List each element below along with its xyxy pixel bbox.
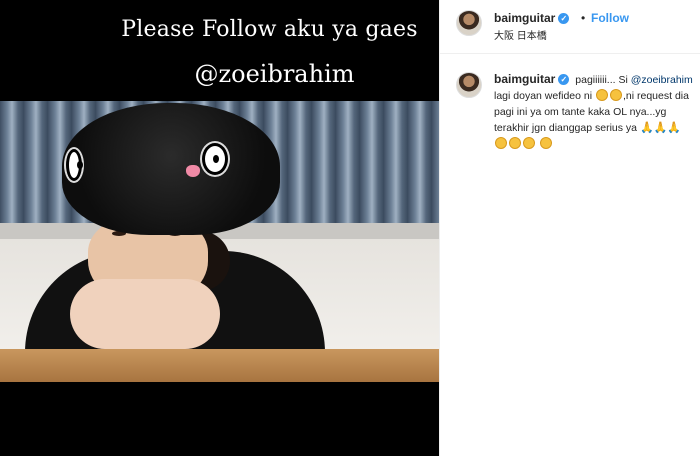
hat-nose	[186, 165, 200, 177]
hat-eye-left	[66, 149, 83, 181]
caption-text: baimguitar ✓ pagiiiiii... Si @zoeibrahim …	[494, 71, 694, 152]
grinning-emoji-icon	[509, 137, 521, 149]
video-frame[interactable]	[0, 101, 439, 382]
grinning-emoji-icon	[596, 89, 608, 101]
table	[0, 349, 439, 382]
pray-emoji-icon: 🙏	[639, 122, 654, 134]
grinning-emoji-icon	[495, 137, 507, 149]
grinning-emoji-icon	[539, 137, 552, 149]
caption-part-1: pagiiiiii... Si	[575, 74, 628, 86]
pray-emoji-icon: 🙏	[653, 122, 668, 134]
post-header: baimguitar ✓ • Follow 大阪 日本橋	[440, 0, 700, 54]
mention-link[interactable]: @zoeibrahim	[631, 74, 693, 86]
grinning-emoji-icon	[523, 137, 535, 149]
avatar[interactable]	[456, 10, 482, 36]
post-media[interactable]: Please Follow aku ya gaes @zoeibrahim	[0, 0, 439, 456]
caption-username[interactable]: baimguitar ✓	[494, 72, 570, 86]
grinning-emoji-icon	[610, 89, 622, 101]
child-hands	[70, 279, 220, 349]
separator-dot: •	[581, 11, 586, 25]
video-overlay-handle: @zoeibrahim	[194, 60, 355, 88]
hat-eye-right	[202, 143, 228, 175]
verified-badge-icon: ✓	[558, 74, 570, 86]
verified-badge-icon: ✓	[558, 13, 570, 25]
header-username[interactable]: baimguitar ✓	[494, 11, 570, 25]
username-text[interactable]: baimguitar	[494, 11, 555, 25]
caption-part-2: lagi doyan wefideo ni	[494, 90, 593, 102]
caption-username-text[interactable]: baimguitar	[494, 72, 555, 86]
pray-emoji-icon: 🙏	[667, 122, 682, 134]
caption-avatar[interactable]	[456, 72, 482, 98]
follow-button[interactable]: Follow	[591, 11, 629, 25]
cat-hat	[62, 103, 280, 235]
video-overlay-text: Please Follow aku ya gaes	[121, 17, 418, 42]
post-side-panel: baimguitar ✓ • Follow 大阪 日本橋 baimguitar ✓ …	[439, 0, 700, 456]
location-link[interactable]: 大阪 日本橋	[494, 27, 547, 42]
